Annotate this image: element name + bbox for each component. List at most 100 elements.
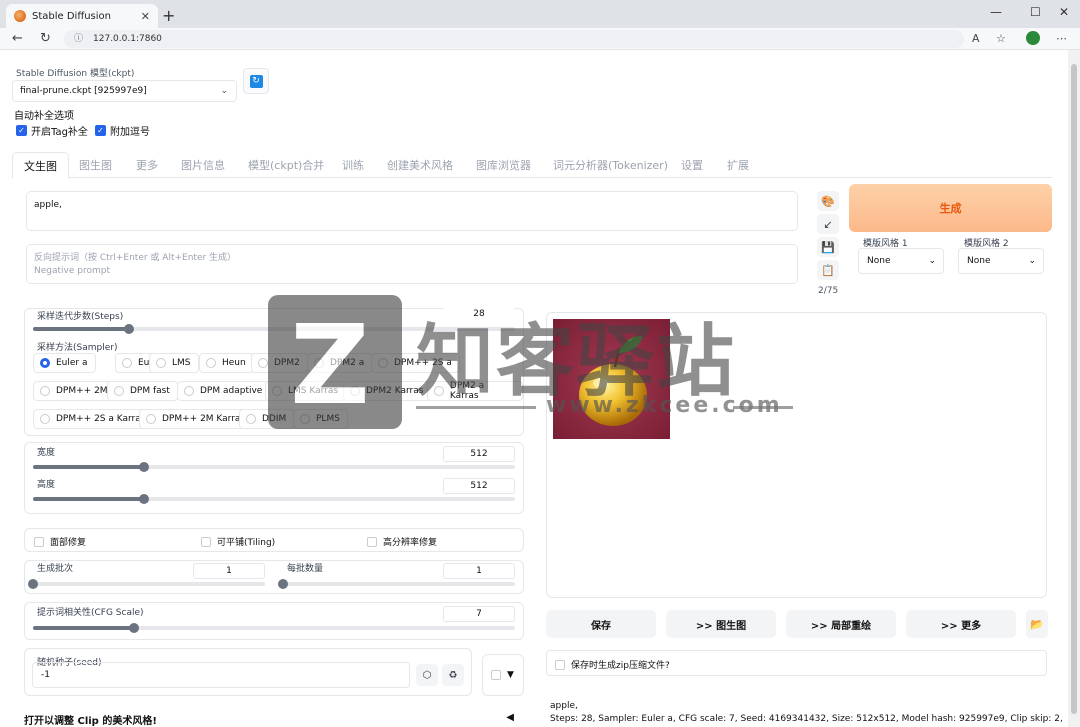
sampler-option[interactable]: LMS (149, 353, 199, 373)
radio-icon (206, 358, 216, 368)
send-to-inpaint-button[interactable]: >> 局部重绘 (786, 610, 896, 638)
sampler-option[interactable]: Heun (199, 353, 254, 373)
sampler-option[interactable]: PLMS (293, 409, 348, 429)
tab-train[interactable]: 训练 (342, 157, 364, 173)
favorites-icon[interactable]: ☆ (996, 32, 1006, 45)
new-tab-button[interactable]: + (162, 6, 175, 25)
sampler-option[interactable]: DPM++ 2S a (371, 353, 460, 373)
tab-tokenizer[interactable]: 词元分析器(Tokenizer) (553, 157, 668, 173)
more-menu-icon[interactable]: ⋯ (1056, 32, 1067, 45)
sampler-option[interactable]: DPM++ 2S a Karras (33, 409, 154, 429)
cfg-value[interactable]: 7 (443, 606, 515, 622)
negative-prompt-textarea[interactable]: 反向提示词（按 Ctrl+Enter 或 Alt+Enter 生成） Negat… (26, 244, 798, 284)
random-seed-button[interactable]: ⬡ (416, 664, 438, 686)
checkbox-checked-icon: ✓ (95, 125, 106, 136)
steps-slider[interactable] (33, 324, 515, 334)
prompt-textarea[interactable]: apple, (26, 191, 798, 231)
cfg-slider[interactable] (33, 623, 515, 633)
batch-size-value[interactable]: 1 (443, 563, 515, 579)
batch-count-slider[interactable] (28, 579, 265, 589)
batch-count-slider-knob[interactable] (28, 579, 38, 589)
prompt-text: apple, (34, 200, 62, 210)
tab-checkpoint-merger[interactable]: 模型(ckpt)合并 (248, 157, 324, 173)
steps-value[interactable]: 28 (443, 307, 515, 323)
close-tab-icon[interactable]: ✕ (141, 10, 150, 23)
checkbox-checked-icon: ✓ (16, 125, 27, 136)
checkbox-icon (201, 536, 211, 547)
height-value[interactable]: 512 (443, 478, 515, 494)
paste-style-button[interactable]: 📋 (817, 260, 839, 280)
hires-fix-checkbox[interactable]: 高分辨率修复 (367, 535, 437, 548)
tab-extras[interactable]: 更多 (136, 157, 158, 173)
seed-input[interactable]: -1 (32, 662, 410, 688)
sampler-option[interactable]: LMS Karras (265, 381, 347, 401)
radio-icon (122, 358, 132, 368)
refresh-model-button[interactable]: ↻ (243, 68, 269, 94)
window-close-icon[interactable]: ✕ (1059, 5, 1069, 19)
sampler-option[interactable]: Euler a (33, 353, 96, 373)
width-value[interactable]: 512 (443, 446, 515, 462)
sampler-option[interactable]: DPM++ 2M Karras (139, 409, 254, 429)
scroll-thumb[interactable] (1071, 64, 1077, 714)
tab-img2img[interactable]: 图生图 (79, 157, 112, 173)
reload-icon[interactable]: ↻ (40, 31, 51, 46)
tab-extensions[interactable]: 扩展 (727, 157, 749, 173)
browser-tab[interactable]: Stable Diffusion ✕ (6, 4, 158, 28)
restore-faces-checkbox[interactable]: 面部修复 (34, 535, 86, 548)
output-gallery (546, 312, 1047, 598)
send-to-img2img-button[interactable]: >> 图生图 (666, 610, 776, 638)
minimize-icon[interactable]: — (990, 5, 1002, 19)
extra-seed-checkbox[interactable]: ▼ (491, 670, 514, 680)
reuse-seed-button[interactable]: ♻ (442, 664, 464, 686)
sampler-option[interactable]: DPM2 a Karras (427, 381, 523, 401)
url-field[interactable]: ⓘ 127.0.0.1:7860 (64, 30, 964, 48)
generate-button[interactable]: 生成 (849, 184, 1052, 232)
enable-tag-checkbox[interactable]: ✓ 开启Tag补全 (16, 123, 88, 138)
profile-avatar[interactable] (1026, 31, 1040, 45)
tab-image-browser[interactable]: 图库浏览器 (476, 157, 531, 173)
width-slider-knob[interactable] (138, 462, 149, 472)
save-style-button[interactable]: 💾 (817, 237, 839, 257)
tab-create-style[interactable]: 创建美术风格 (387, 157, 453, 173)
sampler-option[interactable]: DPM adaptive (177, 381, 271, 401)
radio-icon (184, 386, 194, 396)
page-scrollbar[interactable] (1068, 50, 1080, 727)
read-aloud-icon[interactable]: A (972, 32, 980, 45)
height-slider-knob[interactable] (138, 494, 149, 504)
height-slider[interactable] (33, 494, 515, 504)
batch-size-slider-knob[interactable] (278, 579, 288, 589)
cfg-slider-knob[interactable] (129, 623, 140, 633)
batch-count-value[interactable]: 1 (193, 563, 265, 579)
style1-dropdown[interactable]: None ⌄ (858, 248, 944, 274)
batch-size-slider[interactable] (278, 579, 515, 589)
sampler-option[interactable]: DDIM (239, 409, 295, 429)
clip-style-accordion[interactable]: 打开以调整 Clip 的美术风格! ◀ (24, 712, 524, 727)
style2-dropdown[interactable]: None ⌄ (958, 248, 1044, 274)
maximize-icon[interactable]: ☐ (1030, 5, 1041, 19)
send-to-extras-button[interactable]: >> 更多 (906, 610, 1016, 638)
save-zip-checkbox[interactable]: 保存时生成zip压缩文件? (555, 658, 670, 671)
open-folder-button[interactable]: 📂 (1026, 610, 1048, 638)
read-params-button[interactable]: ↙ (817, 214, 839, 234)
tab-settings[interactable]: 设置 (681, 157, 703, 173)
interrogate-button[interactable]: 🎨 (817, 191, 839, 211)
tab-txt2img[interactable]: 文生图 (12, 152, 69, 179)
sampler-option[interactable]: DPM2 Karras (343, 381, 432, 401)
send-extras-label: >> 更多 (940, 620, 982, 632)
generated-image[interactable] (553, 319, 670, 439)
add-comma-checkbox[interactable]: ✓ 附加逗号 (95, 123, 150, 138)
tab-png-info[interactable]: 图片信息 (181, 157, 225, 173)
sampler-option[interactable]: DPM++ 2M (33, 381, 116, 401)
back-icon[interactable]: ← (12, 31, 23, 46)
save-button[interactable]: 保存 (546, 610, 656, 638)
tiling-checkbox[interactable]: 可平铺(Tiling) (201, 535, 275, 548)
browser-tab-bar: Stable Diffusion ✕ + — ☐ ✕ (0, 0, 1080, 28)
width-slider[interactable] (33, 462, 515, 472)
sampler-option-label: DPM2 a Karras (449, 381, 485, 401)
site-info-icon[interactable]: ⓘ (74, 34, 83, 44)
sampler-option[interactable]: DPM2 (251, 353, 308, 373)
steps-slider-knob[interactable] (124, 324, 135, 334)
model-dropdown[interactable]: final-prune.ckpt [925997e9] ⌄ (12, 80, 237, 102)
sampler-option[interactable]: DPM fast (107, 381, 178, 401)
sampler-option[interactable]: DPM2 a (307, 353, 373, 373)
